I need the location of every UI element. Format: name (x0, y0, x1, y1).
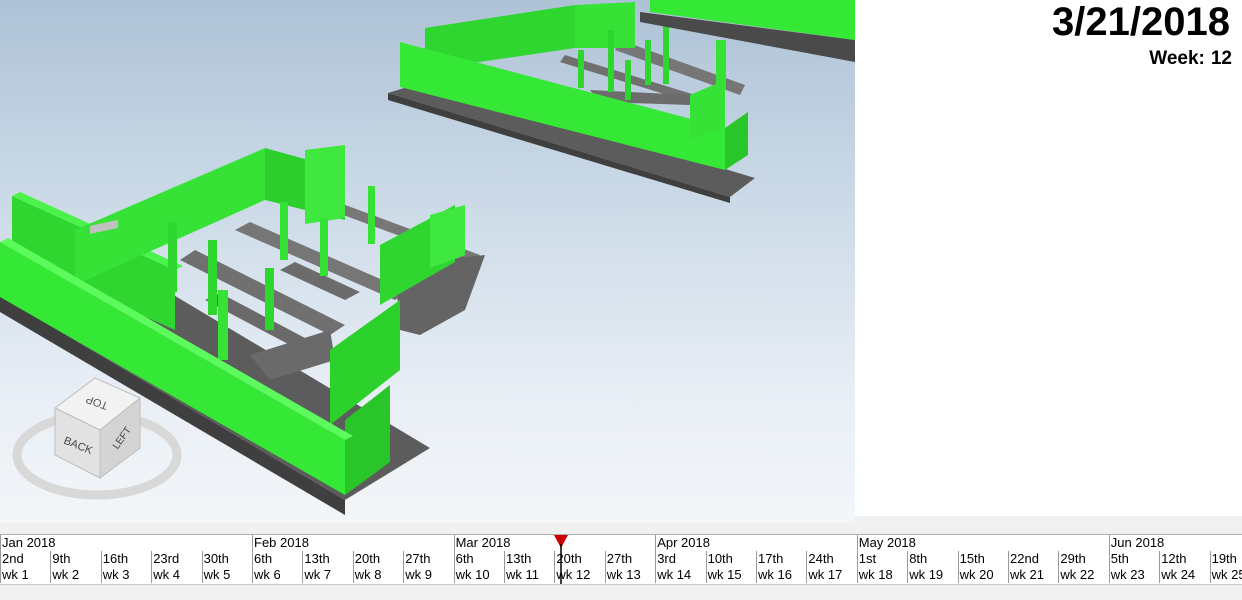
timeline-week-label[interactable]: wk 23 (1108, 567, 1159, 583)
wall (575, 2, 635, 48)
timeline-scrollbar[interactable] (0, 584, 1242, 600)
column (320, 218, 328, 276)
timeline-day-label[interactable]: 12th (1159, 551, 1209, 567)
timeline-day-label[interactable]: 5th (1108, 551, 1159, 567)
timeline-week-label[interactable]: wk 20 (957, 567, 1008, 583)
timeline-week-label[interactable]: wk 8 (352, 567, 403, 583)
wall (305, 145, 345, 224)
building-upper (388, 0, 855, 203)
panel-gap (855, 516, 1242, 534)
timeline-week-label[interactable]: wk 14 (655, 567, 705, 583)
timeline-week-label[interactable]: wk 25 (1209, 567, 1242, 583)
timeline-week-label[interactable]: wk 6 (252, 567, 302, 583)
timeline-day-label[interactable]: 27th (403, 551, 453, 567)
timeline-day-label[interactable]: 2nd (0, 551, 50, 567)
timeline-month-label: May 2018 (856, 535, 916, 551)
timeline-day-label[interactable]: 6th (453, 551, 504, 567)
column (218, 290, 228, 360)
timeline-day-label[interactable]: 30th (201, 551, 252, 567)
timeline-week-label[interactable]: wk 2 (50, 567, 100, 583)
timeline-day-label[interactable]: 17th (756, 551, 806, 567)
timeline-week-row: wk 1 wk 2 wk 3 wk 4 wk 5 wk 6 wk 7 wk 8 wk 9 wk 1… (0, 567, 1242, 583)
timeline-month-label: Mar 2018 (453, 535, 511, 551)
timeline-day-label[interactable]: 29th (1058, 551, 1108, 567)
column (280, 202, 288, 260)
timeline[interactable]: Jan 2018 Feb 2018 Mar 2018 Apr 2018 May 2018… (0, 534, 1242, 600)
column (168, 222, 177, 292)
timeline-week-label[interactable]: wk 4 (151, 567, 201, 583)
timeline-week-label[interactable]: wk 9 (403, 567, 453, 583)
timeline-day-label[interactable]: 9th (50, 551, 100, 567)
viewport-bottom-bar (0, 523, 855, 534)
current-week: Week: 12 (1149, 48, 1232, 70)
timeline-week-label[interactable]: wk 21 (1008, 567, 1058, 583)
timeline-week-label[interactable]: wk 19 (907, 567, 957, 583)
timeline-week-label[interactable]: wk 24 (1159, 567, 1209, 583)
timeline-week-label[interactable]: wk 13 (604, 567, 655, 583)
column (645, 40, 651, 85)
column (625, 60, 631, 100)
timeline-day-label[interactable]: 8th (907, 551, 957, 567)
timeline-week-label[interactable]: wk 1 (0, 567, 50, 583)
timeline-day-label[interactable]: 15th (957, 551, 1008, 567)
timeline-day-label[interactable]: 3rd (655, 551, 705, 567)
date-panel: 3/21/2018 Week: 12 (855, 0, 1242, 516)
front-wall-end (725, 112, 748, 170)
timeline-day-label[interactable]: 23rd (151, 551, 201, 567)
column (608, 30, 614, 92)
timeline-day-label[interactable]: 6th (252, 551, 302, 567)
timeline-month-label: Jan 2018 (0, 535, 56, 551)
timeline-week-label[interactable]: wk 15 (705, 567, 756, 583)
timeline-week-label[interactable]: wk 11 (504, 567, 554, 583)
column (716, 40, 726, 90)
timeline-month-label: Feb 2018 (252, 535, 309, 551)
week-prefix: Week: (1149, 48, 1205, 69)
3d-viewport[interactable]: TOP BACK LEFT (0, 0, 855, 523)
column (663, 24, 669, 84)
timeline-day-label[interactable]: 27th (604, 551, 655, 567)
timeline-week-label[interactable]: wk 7 (302, 567, 352, 583)
timeline-week-label[interactable]: wk 3 (100, 567, 151, 583)
timeline-day-label[interactable]: 20th (352, 551, 403, 567)
timeline-day-label[interactable]: 1st (856, 551, 907, 567)
column (578, 50, 584, 88)
building-model: TOP BACK LEFT (0, 0, 855, 515)
timeline-week-label[interactable]: wk 18 (856, 567, 907, 583)
timeline-week-label[interactable]: wk 5 (201, 567, 252, 583)
timeline-day-label[interactable]: 10th (705, 551, 756, 567)
timeline-month-label: Jun 2018 (1108, 535, 1165, 551)
timeline-day-label[interactable]: 13th (302, 551, 352, 567)
timeline-week-label[interactable]: wk 16 (756, 567, 806, 583)
column (208, 240, 217, 315)
timeline-day-label[interactable]: 19th (1209, 551, 1242, 567)
timeline-day-label[interactable]: 13th (504, 551, 554, 567)
timeline-week-label[interactable]: wk 22 (1058, 567, 1108, 583)
current-date: 3/21/2018 (1052, 0, 1230, 44)
timeline-day-label[interactable]: 22nd (1008, 551, 1058, 567)
column (368, 186, 375, 244)
timeline-day-row: 2nd 9th 16th 23rd 30th 6th 13th 20th 27th 6th 13th… (0, 551, 1242, 567)
timeline-day-label[interactable]: 16th (100, 551, 151, 567)
column (265, 268, 274, 330)
week-number: 12 (1210, 48, 1232, 69)
timeline-week-label[interactable]: wk 10 (453, 567, 504, 583)
timeline-month-label: Apr 2018 (655, 535, 710, 551)
current-time-marker[interactable] (553, 534, 569, 584)
timeline-month-row: Jan 2018 Feb 2018 Mar 2018 Apr 2018 May 2018… (0, 534, 1242, 551)
timeline-day-label[interactable]: 24th (806, 551, 856, 567)
timeline-week-label[interactable]: wk 17 (806, 567, 856, 583)
